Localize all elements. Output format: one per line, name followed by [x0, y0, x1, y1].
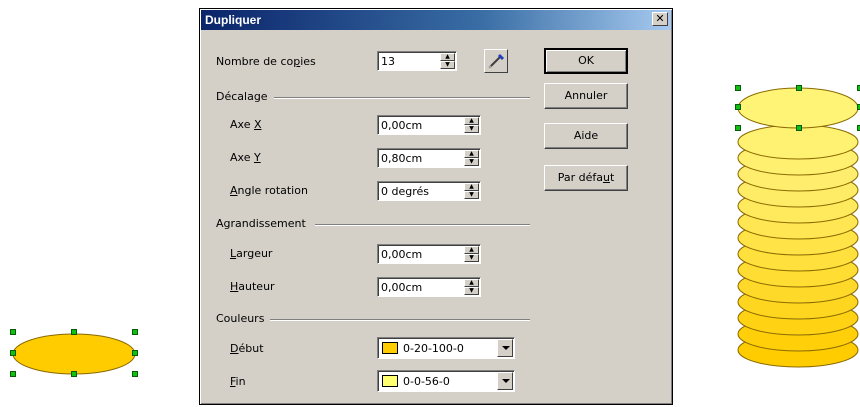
offset-x-value: 0,00cm: [381, 119, 423, 132]
close-button[interactable]: ✕: [652, 12, 668, 26]
copies-value: 13: [381, 55, 395, 68]
spin-down-button[interactable]: ▼: [464, 254, 479, 262]
spin-up-button[interactable]: ▲: [464, 117, 479, 125]
copies-spinbox[interactable]: 13 ▲ ▼: [377, 51, 457, 71]
offset-y-value: 0,80cm: [381, 152, 423, 165]
width-spinbox[interactable]: 0,00cm ▲ ▼: [377, 244, 481, 264]
eyedropper-icon: [488, 53, 505, 69]
end-color-label: Fin: [230, 375, 246, 388]
selection-handle[interactable]: [796, 125, 802, 131]
end-color-dropdown[interactable]: 0-0-56-0: [377, 370, 515, 392]
selection-handle[interactable]: [71, 371, 77, 377]
spin-up-button[interactable]: ▲: [464, 150, 479, 158]
spin-down-button[interactable]: ▼: [440, 61, 455, 69]
duplicated-ellipse-stack[interactable]: [732, 82, 860, 382]
spin-down-button[interactable]: ▼: [464, 158, 479, 166]
dialog-titlebar[interactable]: Dupliquer ✕: [201, 10, 671, 30]
selection-handle[interactable]: [796, 85, 802, 91]
spin-up-button[interactable]: ▲: [440, 53, 455, 61]
colors-section-label: Couleurs: [216, 312, 265, 325]
start-color-label: Début: [230, 342, 264, 355]
colors-divider: [270, 319, 530, 321]
spin-up-button[interactable]: ▲: [464, 246, 479, 254]
selection-handle[interactable]: [10, 371, 16, 377]
selection-handle[interactable]: [71, 329, 77, 335]
selection-handle[interactable]: [735, 104, 741, 110]
width-value: 0,00cm: [381, 248, 423, 261]
height-label: Hauteur: [230, 280, 275, 293]
height-value: 0,00cm: [381, 281, 423, 294]
offset-x-label: Axe X: [230, 118, 262, 131]
angle-label: Angle rotation: [230, 184, 308, 197]
selection-handle[interactable]: [735, 85, 741, 91]
pick-values-button[interactable]: [484, 49, 508, 73]
angle-value: 0 degrés: [381, 185, 430, 198]
width-label: Largeur: [230, 247, 273, 260]
help-button[interactable]: Aide: [544, 123, 628, 149]
default-button[interactable]: Par défaut: [544, 165, 628, 191]
ok-button[interactable]: OK: [544, 48, 628, 74]
selection-handle[interactable]: [735, 125, 741, 131]
start-color-value: 0-20-100-0: [403, 342, 464, 355]
offset-section-label: Décalage: [216, 90, 268, 103]
selection-handle[interactable]: [10, 350, 16, 356]
close-icon: ✕: [655, 12, 665, 25]
spin-down-button[interactable]: ▼: [464, 125, 479, 133]
start-color-swatch: [382, 342, 398, 354]
cancel-button[interactable]: Annuler: [544, 83, 628, 109]
end-color-swatch: [382, 375, 398, 387]
dropdown-arrow-icon[interactable]: [497, 339, 513, 357]
offset-divider: [274, 97, 530, 99]
spin-down-button[interactable]: ▼: [464, 287, 479, 295]
height-spinbox[interactable]: 0,00cm ▲ ▼: [377, 277, 481, 297]
offset-y-label: Axe Y: [230, 151, 261, 164]
selection-handle[interactable]: [132, 350, 138, 356]
angle-spinbox[interactable]: 0 degrés ▲ ▼: [377, 181, 481, 201]
enlargement-divider: [315, 224, 530, 226]
enlargement-section-label: Agrandissement: [216, 217, 306, 230]
dropdown-arrow-icon[interactable]: [497, 372, 513, 390]
duplicate-dialog: Dupliquer ✕ Nombre de copies 13 ▲ ▼ Décal…: [199, 8, 673, 405]
offset-y-spinbox[interactable]: 0,80cm ▲ ▼: [377, 148, 481, 168]
original-ellipse-shape[interactable]: [10, 329, 142, 379]
spin-up-button[interactable]: ▲: [464, 183, 479, 191]
spin-down-button[interactable]: ▼: [464, 191, 479, 199]
selection-handle[interactable]: [132, 371, 138, 377]
spin-up-button[interactable]: ▲: [464, 279, 479, 287]
offset-x-spinbox[interactable]: 0,00cm ▲ ▼: [377, 115, 481, 135]
selection-handle[interactable]: [132, 329, 138, 335]
end-color-value: 0-0-56-0: [403, 375, 450, 388]
copies-label: Nombre de copies: [216, 55, 316, 68]
dialog-title: Dupliquer: [205, 13, 261, 27]
start-color-dropdown[interactable]: 0-20-100-0: [377, 337, 515, 359]
selection-handle[interactable]: [10, 329, 16, 335]
